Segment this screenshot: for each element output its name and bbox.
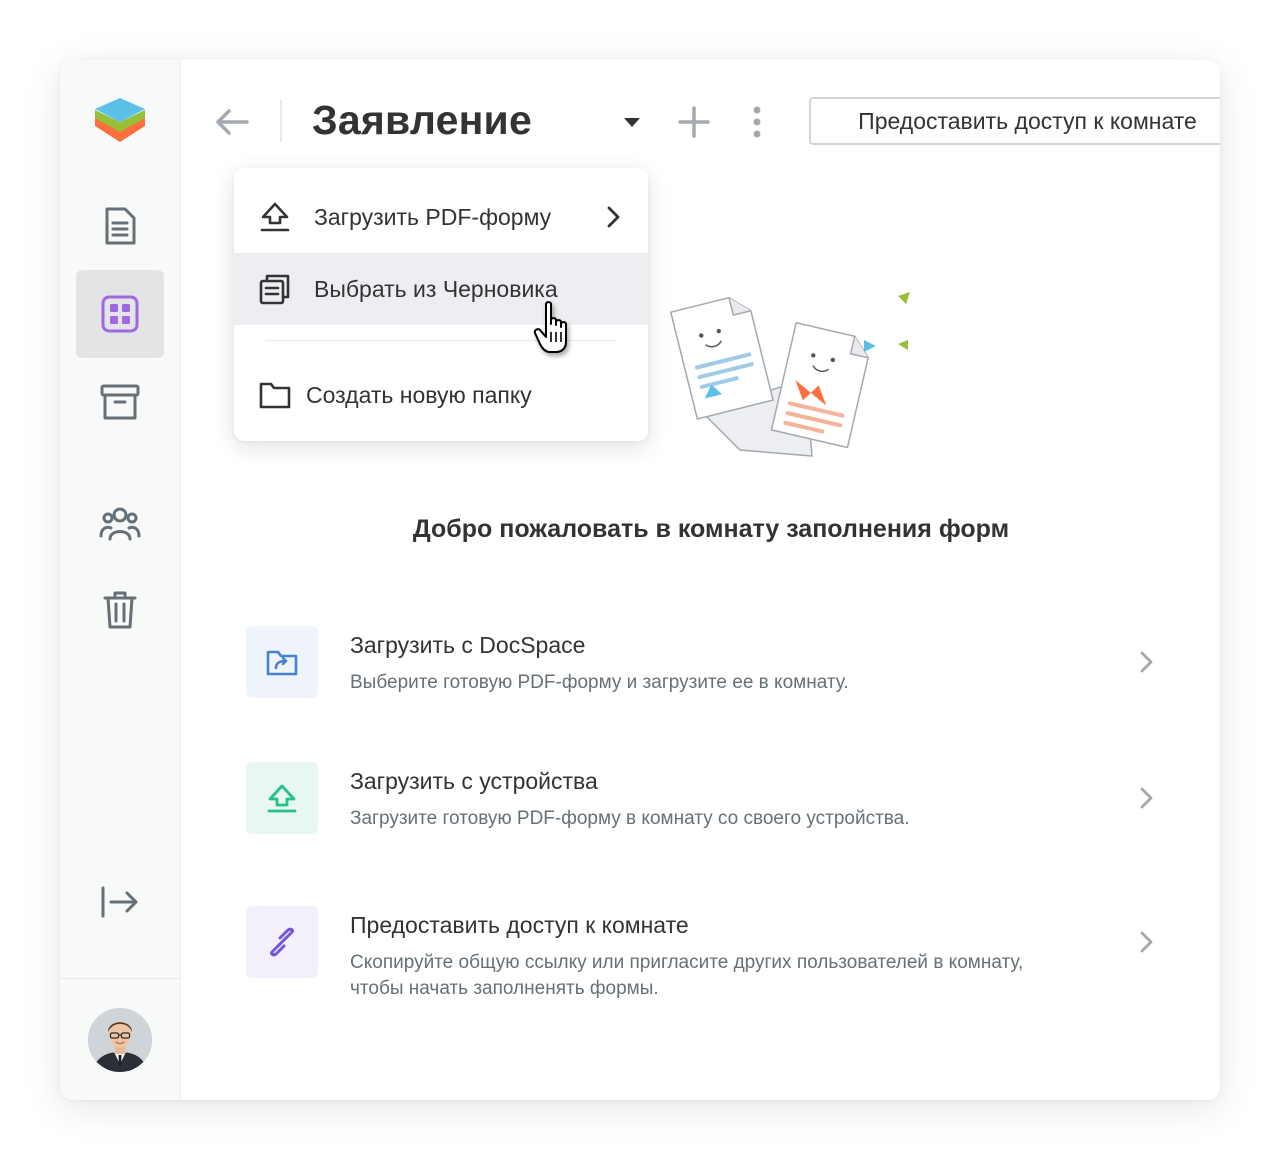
upload-from-device-action[interactable]: Загрузить с устройства Загрузите готовую… [246,762,1176,852]
copy-stack-icon [259,274,290,305]
folder-icon [259,382,291,409]
plus-icon [678,106,710,138]
trash-icon [103,591,137,629]
action-title: Загрузить с устройства [350,768,598,794]
link-icon [270,927,294,957]
action-description: Выберите готовую PDF-форму и загрузите е… [350,672,849,693]
menu-item-create-folder[interactable]: Создать новую папку [234,359,648,431]
nav-archive[interactable] [76,358,164,446]
empty-room-illustration [669,292,910,457]
archive-icon [100,384,140,420]
action-icon-box [246,906,318,978]
menu-item-select-from-drafts[interactable]: Выбрать из Черновика [234,253,648,325]
sidebar-divider [60,978,181,979]
chevron-right-icon [1140,651,1153,673]
page-title: Заявление [312,97,532,143]
action-title: Предоставить доступ к комнате [350,912,689,938]
chevron-right-icon [1140,931,1153,953]
share-room-button[interactable]: Предоставить доступ к комнате [809,97,1220,145]
action-title: Загрузить с DocSpace [350,632,586,658]
chevron-right-icon [1140,787,1153,809]
menu-item-label: Загрузить PDF-форму [314,203,552,230]
docspace-folder-icon [266,650,298,676]
back-button[interactable] [212,102,252,142]
upload-from-docspace-action[interactable]: Загрузить с DocSpace Выберите готовую PD… [246,626,1176,716]
more-options-button[interactable] [742,102,772,142]
action-description: Загрузите готовую PDF-форму в комнату со… [350,808,910,829]
nav-trash[interactable] [76,566,164,654]
action-icon-box [246,762,318,834]
nav-accounts[interactable] [76,480,164,568]
document-icon [105,207,136,245]
collapse-sidebar-button[interactable] [76,858,164,946]
welcome-heading: Добро пожаловать в комнату заполнения фо… [412,515,1010,543]
expand-arrow-icon [101,886,138,918]
menu-item-upload-pdf[interactable]: Загрузить PDF-форму [234,181,648,253]
add-dropdown-menu: Загрузить PDF-форму Выбрать из Черновика… [234,168,648,441]
add-button[interactable] [676,102,712,142]
user-avatar-image [88,1008,152,1072]
caret-down-icon[interactable] [622,112,642,132]
action-icon-box [246,626,318,698]
header-divider [280,100,282,142]
menu-item-label: Выбрать из Черновика [314,275,558,302]
action-description: Скопируйте общую ссылку или пригласите д… [350,952,1024,999]
share-room-action[interactable]: Предоставить доступ к комнате Скопируйте… [246,906,1176,999]
menu-item-label: Создать новую папку [306,381,532,408]
avatar[interactable] [88,1008,152,1072]
upload-icon [260,202,290,232]
docspace-logo[interactable] [93,96,147,148]
vertical-dots-icon [753,106,761,138]
arrow-left-icon [216,109,249,135]
rooms-grid-icon [101,295,139,333]
sidebar [60,60,181,1100]
people-icon [99,507,141,541]
hand-pointer-cursor-icon [533,301,567,353]
nav-rooms[interactable] [76,270,164,358]
upload-icon [267,784,297,813]
nav-documents[interactable] [76,182,164,270]
chevron-right-icon [607,206,620,228]
